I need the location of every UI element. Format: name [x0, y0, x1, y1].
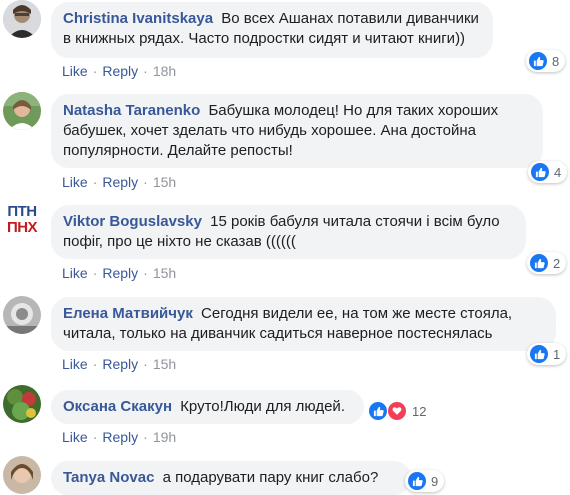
like-link[interactable]: Like — [62, 63, 88, 79]
comment-text: а подарувати пару книг слабо? — [162, 469, 379, 486]
comment-actions: Like · Reply · 15h — [62, 173, 176, 191]
reaction-number: 8 — [552, 53, 560, 69]
reaction-number: 1 — [553, 346, 561, 362]
comment-bubble: Natasha Taranenko Бабушка молодец! Но дл… — [51, 94, 543, 168]
avatar[interactable]: ПТН ПНХ — [3, 204, 41, 242]
avatar[interactable] — [3, 0, 41, 38]
comment-text: Круто!Люди для людей. — [180, 398, 345, 415]
reply-link[interactable]: Reply — [102, 265, 138, 281]
like-icon — [408, 472, 426, 490]
avatar-text-bottom: ПНХ — [6, 219, 38, 236]
separator: · — [92, 63, 98, 79]
reaction-number: 9 — [431, 473, 439, 489]
avatar-photo-icon — [3, 296, 41, 334]
avatar[interactable] — [3, 456, 41, 494]
reaction-count[interactable]: 2 — [527, 252, 567, 274]
reaction-count[interactable]: 8 — [526, 50, 566, 72]
comment-bubble: Viktor Boguslavsky 15 років бабуля читал… — [51, 205, 526, 259]
reaction-count[interactable]: 4 — [528, 161, 568, 183]
comment-time[interactable]: 15h — [153, 356, 176, 372]
commenter-name[interactable]: Елена Матвийчук — [63, 305, 193, 322]
comment-bubble: Елена Матвийчук Сегодня видели ее, на то… — [51, 297, 556, 351]
comment-time[interactable]: 15h — [153, 265, 176, 281]
avatar-text-top: ПТН — [7, 203, 37, 220]
commenter-name[interactable]: Viktor Boguslavsky — [63, 213, 202, 230]
like-link[interactable]: Like — [62, 174, 88, 190]
reaction-count[interactable]: 12 — [366, 400, 432, 422]
reaction-count[interactable]: 1 — [527, 343, 567, 365]
reaction-number: 12 — [412, 403, 427, 419]
comment-bubble: Tanya Novac а подарувати пару книг слабо… — [51, 461, 411, 495]
avatar[interactable] — [3, 92, 41, 130]
comment-actions: Like · Reply · 15h — [62, 355, 176, 373]
love-icon — [387, 401, 407, 421]
separator: · — [92, 356, 98, 372]
like-link[interactable]: Like — [62, 429, 88, 445]
separator: · — [143, 429, 148, 445]
avatar[interactable] — [3, 296, 41, 334]
comment-time[interactable]: 15h — [153, 174, 176, 190]
commenter-name[interactable]: Оксана Скакун — [63, 398, 172, 415]
separator: · — [143, 63, 148, 79]
separator: · — [92, 429, 98, 445]
avatar-photo-icon — [3, 92, 41, 130]
reaction-count[interactable]: 9 — [405, 470, 445, 492]
comment-bubble: Оксана Скакун Круто!Люди для людей. — [51, 390, 364, 424]
commenter-name[interactable]: Christina Ivanitskaya — [63, 10, 213, 27]
separator: · — [92, 265, 98, 281]
avatar-photo-icon — [3, 456, 41, 494]
avatar-photo-icon — [3, 0, 41, 38]
comment-actions: Like · Reply · 15h — [62, 264, 176, 282]
like-icon — [530, 254, 548, 272]
comment-time[interactable]: 19h — [153, 429, 176, 445]
comment-bubble: Christina Ivanitskaya Во всех Ашанах пот… — [51, 2, 493, 58]
reply-link[interactable]: Reply — [102, 429, 138, 445]
avatar[interactable] — [3, 385, 41, 423]
reaction-number: 4 — [554, 164, 562, 180]
separator: · — [143, 356, 148, 372]
like-icon — [369, 402, 387, 420]
reply-link[interactable]: Reply — [102, 63, 138, 79]
comment-actions: Like · Reply · 18h — [62, 62, 176, 80]
separator: · — [92, 174, 98, 190]
like-link[interactable]: Like — [62, 265, 88, 281]
separator: · — [143, 265, 148, 281]
like-icon — [530, 345, 548, 363]
like-icon — [529, 52, 547, 70]
reaction-number: 2 — [553, 255, 561, 271]
comment-time[interactable]: 18h — [153, 63, 176, 79]
comment-actions: Like · Reply · 19h — [62, 428, 176, 446]
commenter-name[interactable]: Tanya Novac — [63, 469, 154, 486]
reply-link[interactable]: Reply — [102, 356, 138, 372]
like-link[interactable]: Like — [62, 356, 88, 372]
avatar-photo-icon — [3, 385, 41, 423]
commenter-name[interactable]: Natasha Taranenko — [63, 102, 200, 119]
reply-link[interactable]: Reply — [102, 174, 138, 190]
separator: · — [143, 174, 148, 190]
like-icon — [531, 163, 549, 181]
